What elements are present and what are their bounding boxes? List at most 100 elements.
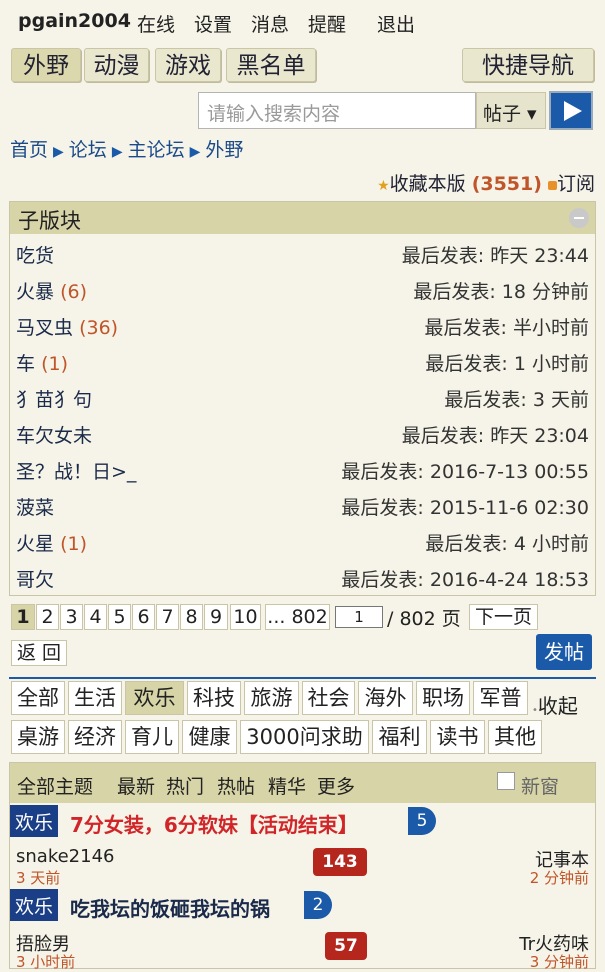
category-row2-3[interactable]: 健康 [182, 720, 237, 754]
top-nav: pgain2004 在线 设置 消息 提醒 退出 [0, 0, 605, 44]
new-post-button[interactable]: 发帖 [536, 634, 592, 670]
subforum-name[interactable]: 哥欠 [16, 565, 54, 592]
page-4[interactable]: 4 [84, 604, 107, 630]
messages-link[interactable]: 消息 [251, 10, 289, 37]
subforum-row[interactable]: 圣？战！日>_ 最后发表: 2016-7-13 00:55 [10, 450, 595, 486]
subforum-name[interactable]: 马叉虫 (36) [16, 313, 118, 340]
topic-author[interactable]: snake2146 [16, 846, 114, 867]
breadcrumb: 首页 ▶ 论坛 ▶ 主论坛 ▶ 外野 [10, 135, 243, 162]
breadcrumb-forum[interactable]: 论坛 [69, 139, 107, 161]
subforum-row[interactable]: 火暴 (6) 最后发表: 18 分钟前 [10, 270, 595, 306]
category-row2-7[interactable]: 其他 [488, 720, 542, 754]
category-row2-5[interactable]: 福利 [372, 720, 427, 754]
subforum-name[interactable]: 吃货 [16, 241, 54, 268]
back-button[interactable]: 返 回 [11, 640, 67, 666]
filter-digest[interactable]: 精华 [268, 772, 306, 799]
logout-link[interactable]: 退出 [377, 10, 415, 37]
tab-waiye[interactable]: 外野 [11, 48, 81, 82]
topic-list: 全部主题 最新 热门 热帖 精华 更多 新窗 欢乐 7分女装，6分软妹【活动结束】… [9, 762, 596, 971]
page-7[interactable]: 7 [156, 604, 179, 630]
category-row2-0[interactable]: 桌游 [11, 720, 65, 754]
category-row2-1[interactable]: 经济 [68, 720, 122, 754]
subforum-row[interactable]: 车欠女未 最后发表: 昨天 23:04 [10, 414, 595, 450]
subforum-row[interactable]: 哥欠 最后发表: 2016-4-24 18:53 [10, 558, 595, 594]
reminders-link[interactable]: 提醒 [308, 10, 346, 37]
category-5[interactable]: 社会 [302, 681, 355, 715]
subforum-name[interactable]: 车欠女未 [16, 421, 92, 448]
search-submit-icon[interactable] [549, 91, 593, 130]
category-3[interactable]: 科技 [187, 681, 241, 715]
page-last[interactable]: ... 802 [265, 604, 330, 630]
category-2[interactable]: 欢乐 [125, 681, 184, 715]
breadcrumb-home[interactable]: 首页 [10, 139, 48, 161]
category-6[interactable]: 海外 [358, 681, 413, 715]
subforum-row[interactable]: 车 (1) 最后发表: 1 小时前 [10, 342, 595, 378]
views-badge: 57 [325, 932, 367, 960]
subforum-row[interactable]: 马叉虫 (36) 最后发表: 半小时前 [10, 306, 595, 342]
favorite-link[interactable]: 收藏本版 [390, 173, 466, 195]
subforum-title: 子版块 [18, 209, 81, 233]
topic-title[interactable]: 吃我坛的饭砸我坛的锅 [70, 893, 270, 922]
subforum-last-post: 最后发表: 昨天 23:44 [401, 245, 589, 267]
collapse-icon[interactable] [569, 208, 589, 228]
category-1[interactable]: 生活 [68, 681, 122, 715]
arrow-right-icon: ▶ [189, 144, 201, 160]
tab-games[interactable]: 游戏 [155, 48, 221, 82]
quick-nav-button[interactable]: 快捷导航 [462, 48, 594, 82]
subforum-name[interactable]: 犭苗犭句 [16, 385, 92, 412]
breadcrumb-current[interactable]: 外野 [205, 139, 243, 161]
search-input[interactable]: 请输入搜索内容 [198, 92, 476, 129]
page-6[interactable]: 6 [132, 604, 155, 630]
subforum-name[interactable]: 火暴 (6) [16, 277, 87, 304]
subforum-row[interactable]: 吃货 最后发表: 昨天 23:44 [10, 234, 595, 270]
topic-tag[interactable]: 欢乐 [10, 889, 59, 921]
filter-more[interactable]: 更多 [317, 772, 355, 799]
online-link[interactable]: 在线 [137, 10, 175, 37]
search-type-select[interactable]: 帖子 ▾ [476, 92, 546, 129]
subforum-row[interactable]: 菠菜 最后发表: 2015-11-6 02:30 [10, 486, 595, 522]
breadcrumb-main-forum[interactable]: 主论坛 [128, 139, 185, 161]
subforum-name[interactable]: 车 (1) [16, 349, 68, 376]
page-9[interactable]: 9 [204, 604, 228, 630]
page-10[interactable]: 10 [230, 604, 261, 630]
page-5[interactable]: 5 [108, 604, 131, 630]
subforum-row[interactable]: 火星 (1) 最后发表: 4 小时前 [10, 522, 595, 558]
subscribe-link[interactable]: 订阅 [557, 173, 595, 195]
favorite-count: (3551) [471, 173, 542, 195]
subforum-name[interactable]: 圣？战！日>_ [16, 457, 136, 484]
next-page-button[interactable]: 下一页 [469, 604, 538, 630]
page-1[interactable]: 1 [11, 604, 35, 630]
reply-count-badge: 5 [408, 807, 436, 835]
subforum-name[interactable]: 菠菜 [16, 493, 54, 520]
page-8[interactable]: 8 [180, 604, 203, 630]
subforum-name[interactable]: 火星 (1) [16, 529, 87, 556]
page-input[interactable]: 1 [335, 606, 383, 628]
subforum-name-text: 菠菜 [16, 497, 55, 519]
topic-title[interactable]: 7分女装，6分软妹【活动结束】 [70, 809, 358, 838]
topic-tag[interactable]: 欢乐 [10, 805, 59, 837]
subforum-name-text: 火暴 [16, 281, 55, 303]
filter-hot[interactable]: 热门 [166, 772, 204, 799]
filter-all[interactable]: 全部主题 [17, 772, 93, 799]
category-row2-4[interactable]: 3000问求助 [240, 720, 369, 754]
tab-blacklist[interactable]: 黑名单 [226, 48, 316, 82]
subforum-row[interactable]: 犭苗犭句 最后发表: 3 天前 [10, 378, 595, 414]
category-row2-6[interactable]: 读书 [430, 720, 485, 754]
category-4[interactable]: 旅游 [244, 681, 299, 715]
new-window-checkbox[interactable] [497, 772, 515, 790]
category-row2-2[interactable]: 育儿 [125, 720, 179, 754]
page-3[interactable]: 3 [60, 604, 83, 630]
page-2[interactable]: 2 [36, 604, 59, 630]
subforum-count: (36) [79, 317, 119, 339]
settings-link[interactable]: 设置 [194, 10, 232, 37]
tab-anime[interactable]: 动漫 [84, 48, 149, 82]
collapse-categories-link[interactable]: •收起 [532, 690, 578, 719]
collapse-label: 收起 [537, 694, 578, 718]
category-7[interactable]: 职场 [416, 681, 470, 715]
category-0[interactable]: 全部 [11, 681, 65, 715]
views-badge: 143 [313, 848, 367, 876]
filter-hotpost[interactable]: 热帖 [217, 772, 255, 799]
username-link[interactable]: pgain2004 [18, 10, 131, 32]
category-8[interactable]: 军普 [473, 681, 528, 715]
filter-latest[interactable]: 最新 [117, 772, 155, 799]
